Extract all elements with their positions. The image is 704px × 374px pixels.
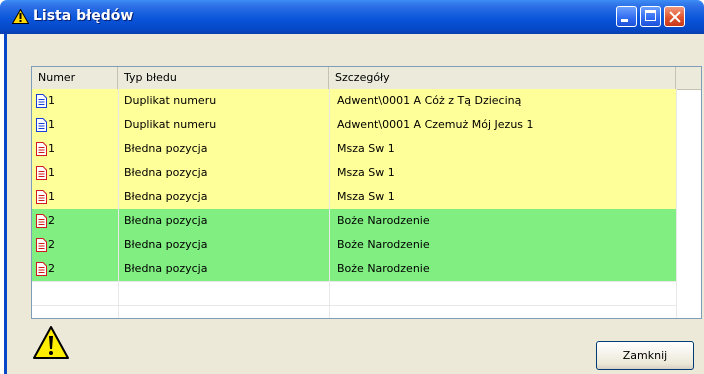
- cell-details: Msza Sw 1: [337, 166, 395, 179]
- row-number: 2: [48, 214, 55, 227]
- column-divider: [676, 89, 677, 318]
- row-number: 1: [48, 166, 55, 179]
- close-window-button[interactable]: [664, 6, 685, 27]
- table-row[interactable]: 2 Błedna pozycja Boże Narodzenie: [32, 257, 676, 281]
- cell-details: Boże Narodzenie: [337, 262, 430, 275]
- cell-number: 1: [32, 161, 118, 185]
- cell-number: 1: [32, 185, 118, 209]
- cell-details: Boże Narodzenie: [337, 214, 430, 227]
- cell-number: 1: [32, 137, 118, 161]
- red-doc-icon: [36, 142, 47, 156]
- red-doc-icon: [36, 190, 47, 204]
- row-number: 1: [48, 94, 55, 107]
- cell-details: Adwent\0001 A Czemuż Mój Jezus 1: [337, 118, 534, 131]
- table-row[interactable]: 2 Błedna pozycja Boże Narodzenie: [32, 209, 676, 233]
- column-divider: [118, 89, 119, 318]
- row-number: 2: [48, 262, 55, 275]
- column-header-details[interactable]: Szczegóły: [329, 67, 676, 89]
- column-header-type[interactable]: Typ błedu: [118, 67, 329, 89]
- table-row[interactable]: 1 Błedna pozycja Msza Sw 1: [32, 137, 676, 161]
- table-row[interactable]: 1 Błedna pozycja Msza Sw 1: [32, 161, 676, 185]
- error-list-window: Lista błędów Numer Typ błedu Szczegóły 1…: [0, 0, 704, 374]
- red-doc-icon: [36, 214, 47, 228]
- blue-doc-icon: [36, 118, 47, 132]
- table-row[interactable]: 1 Duplikat numeru Adwent\0001 A Cóż z Tą D…: [32, 89, 676, 113]
- cell-number: 1: [32, 113, 118, 137]
- maximize-button[interactable]: [640, 6, 661, 27]
- list-header: Numer Typ błedu Szczegóły: [32, 67, 701, 90]
- warning-icon: [33, 326, 69, 359]
- cell-error-type: Błedna pozycja: [124, 262, 208, 275]
- column-header-filler: [676, 67, 701, 89]
- cell-number: 2: [32, 209, 118, 233]
- cell-error-type: Duplikat numeru: [124, 94, 217, 107]
- cell-error-type: Błedna pozycja: [124, 190, 208, 203]
- minimize-button[interactable]: [616, 6, 637, 27]
- red-doc-icon: [36, 166, 47, 180]
- row-number: 1: [48, 142, 55, 155]
- window-title: Lista błędów: [33, 8, 134, 24]
- row-number: 1: [48, 190, 55, 203]
- red-doc-icon: [36, 262, 47, 276]
- cell-error-type: Błedna pozycja: [124, 238, 208, 251]
- red-doc-icon: [36, 238, 47, 252]
- cell-error-type: Błedna pozycja: [124, 166, 208, 179]
- column-header-number[interactable]: Numer: [32, 67, 118, 89]
- cell-details: Boże Narodzenie: [337, 238, 430, 251]
- cell-details: Msza Sw 1: [337, 190, 395, 203]
- cell-number: 2: [32, 257, 118, 281]
- warning-icon: [12, 9, 29, 24]
- grid-line: [32, 281, 676, 282]
- table-row[interactable]: 1 Błedna pozycja Msza Sw 1: [32, 185, 676, 209]
- error-list[interactable]: Numer Typ błedu Szczegóły 1 Duplikat nume…: [31, 66, 702, 319]
- cell-error-type: Błedna pozycja: [124, 214, 208, 227]
- column-divider: [329, 89, 330, 318]
- cell-number: 2: [32, 233, 118, 257]
- close-button[interactable]: Zamknij: [596, 341, 694, 370]
- table-row[interactable]: 2 Błedna pozycja Boże Narodzenie: [32, 233, 676, 257]
- blue-doc-icon: [36, 94, 47, 108]
- grid-line: [32, 305, 676, 306]
- cell-details: Msza Sw 1: [337, 142, 395, 155]
- title-bar[interactable]: Lista błędów: [0, 0, 704, 34]
- row-number: 2: [48, 238, 55, 251]
- cell-details: Adwent\0001 A Cóż z Tą Dzieciną: [337, 94, 522, 107]
- row-number: 1: [48, 118, 55, 131]
- cell-error-type: Błedna pozycja: [124, 142, 208, 155]
- cell-error-type: Duplikat numeru: [124, 118, 217, 131]
- table-row[interactable]: 1 Duplikat numeru Adwent\0001 A Czemuż Mój…: [32, 113, 676, 137]
- cell-number: 1: [32, 89, 118, 113]
